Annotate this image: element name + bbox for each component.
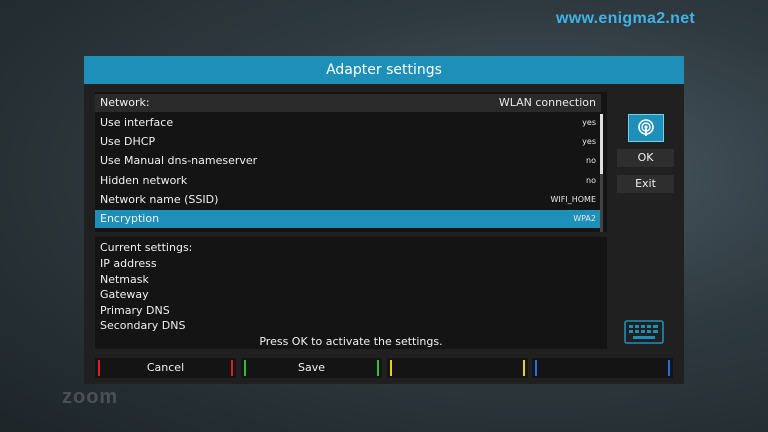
zoom-watermark: zoom (62, 386, 119, 408)
cancel-red-button[interactable]: Cancel (95, 358, 236, 378)
setting-label: Use interface (100, 116, 174, 129)
site-url: www.enigma2.net (556, 10, 696, 27)
yellow-key-marker (390, 360, 392, 376)
blue-key-marker (535, 360, 537, 376)
setting-label: Network name (SSID) (100, 193, 219, 206)
setting-value: no (586, 156, 596, 165)
blue-key-marker (668, 360, 670, 376)
wifi-signal-icon (628, 114, 664, 142)
save-green-button[interactable]: Save (241, 358, 382, 378)
activate-hint: Press OK to activate the settings. (259, 335, 443, 348)
green-key-marker (377, 360, 379, 376)
current-settings-panel: Current settings: IP address Netmask Gat… (95, 237, 607, 349)
ok-button[interactable]: OK (617, 149, 674, 167)
cancel-label: Cancel (146, 361, 185, 374)
ip-address-label: IP address (100, 257, 157, 270)
setting-label: Use DHCP (100, 135, 156, 148)
setting-value: WPA2 (573, 214, 596, 223)
setting-label: Hidden network (100, 174, 188, 187)
keyboard-icon[interactable] (624, 320, 664, 348)
settings-list: Network: WLAN connection Use interface y… (95, 92, 607, 232)
setting-row-use-interface[interactable]: Use interface yes (95, 114, 601, 132)
setting-label: Use Manual dns-nameserver (100, 154, 258, 167)
setting-row-encryption[interactable]: Encryption WPA2 (95, 210, 601, 228)
exit-button[interactable]: Exit (617, 175, 674, 193)
setting-row-manual-dns[interactable]: Use Manual dns-nameserver no (95, 152, 601, 170)
settings-scrollbar[interactable] (600, 114, 603, 232)
setting-value: yes (582, 118, 596, 127)
netmask-label: Netmask (100, 273, 149, 286)
yellow-button[interactable] (387, 358, 528, 378)
gateway-label: Gateway (100, 288, 149, 301)
setting-row-use-dhcp[interactable]: Use DHCP yes (95, 133, 601, 151)
network-label: Network: (100, 96, 150, 109)
red-key-marker (231, 360, 233, 376)
setting-label: Encryption (100, 212, 160, 225)
network-row: Network: WLAN connection (95, 94, 601, 112)
blue-button[interactable] (532, 358, 673, 378)
setting-row-ssid[interactable]: Network name (SSID) WIFI_HOME (95, 191, 601, 209)
network-value: WLAN connection (498, 96, 596, 109)
setting-value: WIFI_HOME (550, 195, 597, 204)
setting-value: yes (582, 137, 596, 146)
setting-row-hidden-network[interactable]: Hidden network no (95, 172, 601, 190)
current-settings-heading: Current settings: (100, 241, 193, 254)
scrollbar-thumb[interactable] (600, 114, 603, 174)
window-title: Adapter settings (84, 56, 684, 84)
secondary-dns-label: Secondary DNS (100, 319, 186, 332)
green-key-marker (244, 360, 246, 376)
red-key-marker (98, 360, 100, 376)
save-label: Save (297, 361, 325, 374)
yellow-key-marker (523, 360, 525, 376)
color-button-bar: Cancel Save (95, 358, 673, 378)
setting-value: no (586, 176, 596, 185)
primary-dns-label: Primary DNS (100, 304, 170, 317)
adapter-settings-window: Adapter settings Network: WLAN connectio… (84, 56, 684, 384)
